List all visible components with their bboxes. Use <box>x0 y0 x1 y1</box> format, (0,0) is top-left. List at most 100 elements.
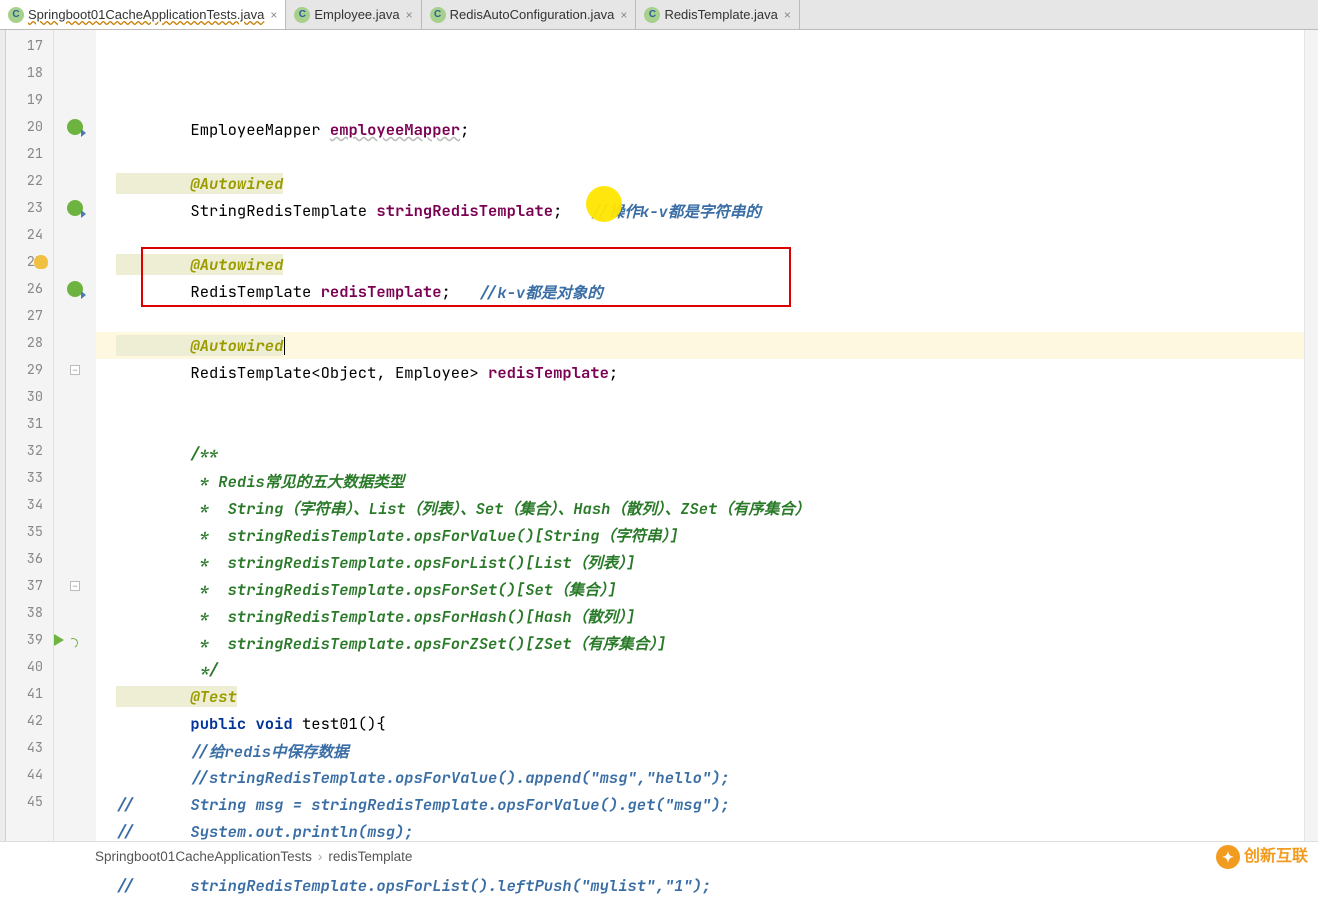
line-number-gutter: 1718192021222324252627282930313233343536… <box>6 30 54 841</box>
class-icon: C <box>430 7 446 23</box>
line-number: 30 <box>6 383 53 410</box>
code-line[interactable]: public void test01(){ <box>96 710 1304 737</box>
token: /** <box>116 443 218 464</box>
tab-label: RedisTemplate.java <box>664 7 777 22</box>
tab-label: Employee.java <box>314 7 399 22</box>
line-number: 37 <box>6 572 53 599</box>
gutter-icons: −− <box>54 30 96 841</box>
line-number: 35 <box>6 518 53 545</box>
intention-bulb-icon[interactable] <box>34 255 48 269</box>
line-number: 21 <box>6 140 53 167</box>
code-line[interactable]: @Test <box>96 683 1304 710</box>
token: * stringRedisTemplate.opsForZSet()[ZSet（… <box>116 632 666 654</box>
code-area[interactable]: EmployeeMapper employeeMapper; @Autowire… <box>96 30 1304 841</box>
code-line[interactable] <box>96 143 1304 170</box>
gutter-icon-row <box>54 626 96 653</box>
editor-tabs: C Springboot01CacheApplicationTests.java ×… <box>0 0 1318 30</box>
code-line[interactable]: @Autowired <box>96 251 1304 278</box>
tab-springboot01cacheapplicationtests-java[interactable]: CSpringboot01CacheApplicationTests.java× <box>0 0 286 29</box>
code-line[interactable] <box>96 224 1304 251</box>
line-number: 31 <box>6 410 53 437</box>
gutter-icon-row <box>54 86 96 113</box>
code-line[interactable]: * stringRedisTemplate.opsForList()[List（… <box>96 548 1304 575</box>
line-number: 29 <box>6 356 53 383</box>
spring-bean-icon[interactable] <box>67 281 83 297</box>
token: redisTemplate <box>321 281 442 302</box>
code-line[interactable]: // String msg = stringRedisTemplate.opsF… <box>96 791 1304 818</box>
code-line[interactable]: // stringRedisTemplate.opsForList().left… <box>96 872 1304 899</box>
code-line[interactable] <box>96 305 1304 332</box>
line-number: 27 <box>6 302 53 329</box>
gutter-icon-row <box>54 734 96 761</box>
code-line[interactable]: * stringRedisTemplate.opsForSet()[Set（集合… <box>96 575 1304 602</box>
token: * String（字符串）、List（列表）、Set（集合）、Hash（散列）、… <box>116 497 810 519</box>
code-line[interactable]: RedisTemplate<Object, Employee> redisTem… <box>96 359 1304 386</box>
line-number: 42 <box>6 707 53 734</box>
gutter-icon-row <box>54 788 96 815</box>
spring-bean-icon[interactable] <box>67 119 83 135</box>
run-test-icon[interactable] <box>54 634 64 646</box>
code-line[interactable]: //给redis中保存数据 <box>96 737 1304 764</box>
close-icon[interactable]: × <box>620 8 627 22</box>
line-number: 32 <box>6 437 53 464</box>
code-line[interactable]: RedisTemplate redisTemplate; //k-v都是对象的 <box>96 278 1304 305</box>
close-icon[interactable]: × <box>784 8 791 22</box>
line-number: 22 <box>6 167 53 194</box>
code-line[interactable]: */ <box>96 656 1304 683</box>
tab-redistemplate-java[interactable]: C RedisTemplate.java × <box>636 0 799 29</box>
line-number: 26 <box>6 275 53 302</box>
line-number: 43 <box>6 734 53 761</box>
line-number: 34 <box>6 491 53 518</box>
token: * stringRedisTemplate.opsForValue()[Stri… <box>116 524 679 546</box>
gutter-icon-row <box>54 599 96 626</box>
code-line[interactable]: //stringRedisTemplate.opsForValue().appe… <box>96 764 1304 791</box>
code-line[interactable]: /** <box>96 440 1304 467</box>
token: * Redis常见的五大数据类型 <box>116 470 404 492</box>
line-number: 33 <box>6 464 53 491</box>
fold-icon[interactable]: − <box>70 581 80 591</box>
code-line[interactable]: @Autowired <box>96 332 1304 359</box>
tab-redisautoconfiguration-java[interactable]: CRedisAutoConfiguration.java× <box>422 0 637 29</box>
token: //k-v都是对象的 <box>479 281 603 303</box>
gutter-icon-row <box>54 518 96 545</box>
tab-label: Springboot01CacheApplicationTests.java <box>28 7 264 22</box>
gutter-icon-row <box>54 437 96 464</box>
token: @Test <box>116 686 237 707</box>
line-number: 39 <box>6 626 53 653</box>
gutter-icon-row <box>54 680 96 707</box>
token: //给redis中保存数据 <box>116 740 349 762</box>
fold-icon[interactable]: − <box>70 365 80 375</box>
code-line[interactable] <box>96 845 1304 872</box>
code-line[interactable]: @Autowired <box>96 170 1304 197</box>
tab-employee-java[interactable]: CEmployee.java× <box>286 0 421 29</box>
gutter-icon-row <box>54 329 96 356</box>
line-number: 28 <box>6 329 53 356</box>
line-number: 44 <box>6 761 53 788</box>
close-icon[interactable]: × <box>406 8 413 22</box>
code-line[interactable]: * stringRedisTemplate.opsForHash()[Hash（… <box>96 602 1304 629</box>
class-icon: C <box>644 7 660 23</box>
watermark: ✦创新互联 <box>1216 842 1308 869</box>
token: ; <box>442 281 479 302</box>
watermark-icon: ✦ <box>1216 845 1240 869</box>
code-line[interactable]: StringRedisTemplate stringRedisTemplate;… <box>96 197 1304 224</box>
editor: 1718192021222324252627282930313233343536… <box>0 30 1318 841</box>
close-icon[interactable]: × <box>270 8 277 22</box>
code-line[interactable]: EmployeeMapper employeeMapper; <box>96 116 1304 143</box>
code-line[interactable]: // System.out.println(msg); <box>96 818 1304 845</box>
line-number: 41 <box>6 680 53 707</box>
token: */ <box>116 659 218 680</box>
code-line[interactable]: * String（字符串）、List（列表）、Set（集合）、Hash（散列）、… <box>96 494 1304 521</box>
gutter-icon-row <box>54 194 96 221</box>
token: RedisTemplate <box>116 281 321 302</box>
token: EmployeeMapper <box>116 119 330 140</box>
code-line[interactable]: * stringRedisTemplate.opsForZSet()[ZSet（… <box>96 629 1304 656</box>
spring-bean-icon[interactable] <box>67 200 83 216</box>
token: employeeMapper <box>330 119 460 140</box>
code-line[interactable] <box>96 386 1304 413</box>
token: // System.out.println(msg); <box>116 821 414 842</box>
code-line[interactable]: * stringRedisTemplate.opsForValue()[Stri… <box>96 521 1304 548</box>
gutter-icon-row <box>54 167 96 194</box>
code-line[interactable]: * Redis常见的五大数据类型 <box>96 467 1304 494</box>
code-line[interactable] <box>96 413 1304 440</box>
